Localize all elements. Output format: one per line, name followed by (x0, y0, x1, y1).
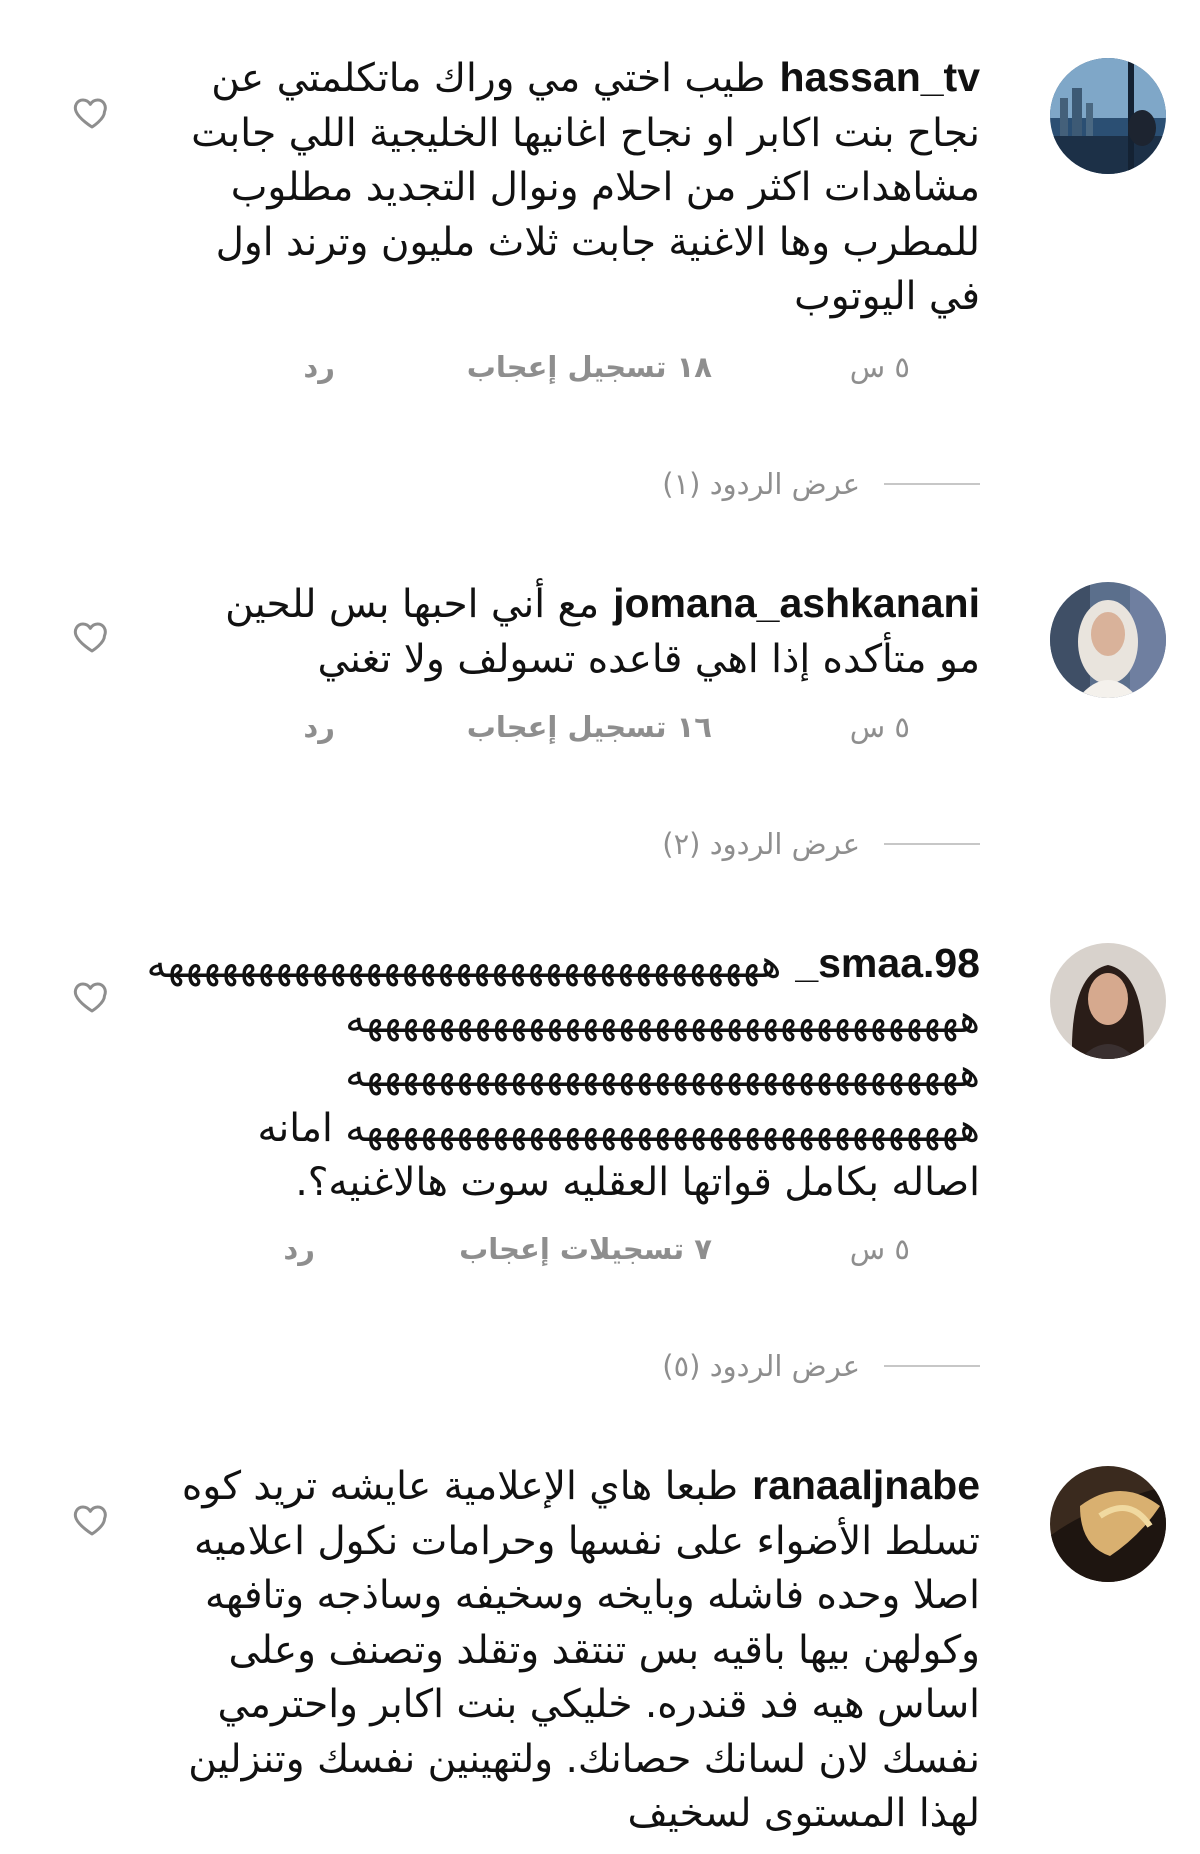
avatar[interactable] (1050, 582, 1166, 698)
likes-count-button[interactable]: ٧ تسجيلات إعجاب (459, 1232, 712, 1266)
comment-time: ٥ س (849, 350, 910, 384)
comment-text: طبعا هاي الإعلامية عايشه تريد كوه تسلط ا… (181, 1464, 980, 1836)
replies-divider (884, 1365, 980, 1367)
view-replies-label: عرض الردود (١) (662, 467, 860, 501)
comment-meta: ٥ س ١٦ تسجيل إعجاب رد (0, 710, 1200, 750)
comment-body: ranaaljnabeطبعا هاي الإعلامية عايشه تريد… (180, 1458, 980, 1842)
comment-username[interactable]: hassan_tv (779, 54, 980, 100)
reply-button[interactable]: رد (283, 1232, 315, 1266)
replies-divider (884, 843, 980, 845)
likes-count-button[interactable]: ١٦ تسجيل إعجاب (467, 710, 712, 744)
comment-time: ٥ س (849, 710, 910, 744)
comment-username[interactable]: jomana_ashkanani (613, 580, 980, 626)
view-replies-label: عرض الردود (٥) (662, 1349, 860, 1383)
comment-body: hassan_tvطيب اختي مي وراك ماتكلمتي عن نج… (180, 50, 980, 325)
comment-time: ٥ س (849, 1232, 910, 1266)
comment-body: _smaa.98هههههههههههههههههههههههههههههههه… (147, 936, 980, 1211)
comment-username[interactable]: _smaa.98 (795, 940, 980, 986)
avatar[interactable] (1050, 58, 1166, 174)
avatar[interactable] (1050, 1466, 1166, 1582)
avatar[interactable] (1050, 943, 1166, 1059)
comment-meta: ٥ س ٧ تسجيلات إعجاب رد (0, 1232, 1200, 1272)
comment-username[interactable]: ranaaljnabe (752, 1462, 980, 1508)
like-heart-icon[interactable] (72, 616, 112, 656)
view-replies-label: عرض الردود (٢) (662, 827, 860, 861)
like-heart-icon[interactable] (72, 1499, 112, 1539)
likes-count-button[interactable]: ١٨ تسجيل إعجاب (467, 350, 712, 384)
replies-divider (884, 483, 980, 485)
view-replies-button[interactable]: عرض الردود (٥) (662, 1346, 980, 1386)
like-heart-icon[interactable] (72, 92, 112, 132)
view-replies-button[interactable]: عرض الردود (١) (662, 464, 980, 504)
comment-meta: ٥ س ١٨ تسجيل إعجاب رد (0, 350, 1200, 390)
view-replies-button[interactable]: عرض الردود (٢) (662, 824, 980, 864)
reply-button[interactable]: رد (303, 350, 335, 384)
like-heart-icon[interactable] (72, 976, 112, 1016)
reply-button[interactable]: رد (303, 710, 335, 744)
comment-body: jomana_ashkananiمع أني احبها بس للحين مو… (180, 576, 980, 687)
